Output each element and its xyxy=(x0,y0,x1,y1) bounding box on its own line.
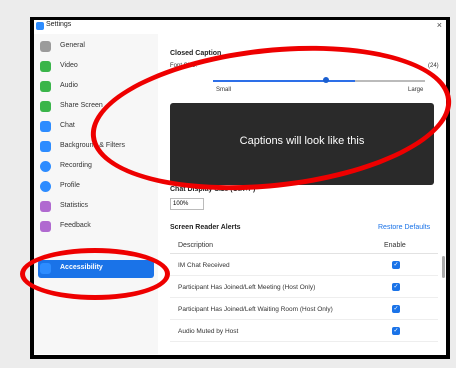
checkbox-checked-icon[interactable]: ✓ xyxy=(392,305,400,313)
row-description: IM Chat Received xyxy=(178,262,230,269)
sidebar-item-label: General xyxy=(60,42,85,49)
checkbox-checked-icon[interactable]: ✓ xyxy=(392,261,400,269)
gear-icon xyxy=(40,41,51,52)
checkbox-checked-icon[interactable]: ✓ xyxy=(392,327,400,335)
screen-reader-alerts-table: Description Enable IM Chat Received ✓ Pa… xyxy=(170,237,438,354)
table-row: Participant Has Joined/Left Waiting Room… xyxy=(170,301,438,320)
table-row: Audio Muted by Host ✓ xyxy=(170,323,438,342)
table-row: IM Chat Received ✓ xyxy=(170,257,438,276)
record-icon xyxy=(40,161,51,172)
screen-reader-alerts-title: Screen Reader Alerts xyxy=(170,224,241,231)
restore-defaults-link[interactable]: Restore Defaults xyxy=(378,224,430,231)
background-icon xyxy=(40,141,51,152)
sidebar-item-statistics[interactable]: Statistics xyxy=(38,198,154,216)
sidebar-item-label: Audio xyxy=(60,82,78,89)
video-icon xyxy=(40,61,51,72)
table-scrollbar[interactable] xyxy=(442,256,445,278)
sidebar-item-label: Statistics xyxy=(60,202,89,209)
sidebar-item-label: Profile xyxy=(60,182,80,189)
sidebar-item-feedback[interactable]: Feedback xyxy=(38,218,154,236)
font-size-value: (24) xyxy=(428,63,439,69)
sidebar-item-label: Video xyxy=(60,62,78,69)
sidebar-item-label: Feedback xyxy=(60,222,91,229)
highlight-ellipse-accessibility xyxy=(20,248,170,300)
chat-icon xyxy=(40,121,51,132)
sidebar-item-label: Chat xyxy=(60,122,75,129)
sidebar-item-label: Share Screen xyxy=(60,102,103,109)
row-description: Audio Muted by Host xyxy=(178,328,239,335)
close-icon[interactable]: × xyxy=(437,20,442,30)
sidebar-item-profile[interactable]: Profile xyxy=(38,178,154,196)
feedback-icon xyxy=(40,221,51,232)
column-header-description: Description xyxy=(178,242,214,249)
headphones-icon xyxy=(40,81,51,92)
profile-icon xyxy=(40,181,51,192)
sidebar-item-general[interactable]: General xyxy=(38,38,154,56)
title-bar: Settings × xyxy=(34,20,446,34)
statistics-icon xyxy=(40,201,51,212)
sidebar-item-video[interactable]: Video xyxy=(38,58,154,76)
table-header: Description Enable xyxy=(170,237,438,254)
row-description: Participant Has Joined/Left Meeting (Hos… xyxy=(178,284,316,291)
window-title: Settings xyxy=(46,21,72,28)
column-header-enable: Enable xyxy=(384,242,406,249)
row-description: Participant Has Joined/Left Waiting Room… xyxy=(178,306,333,313)
sidebar-item-label: Recording xyxy=(60,162,92,169)
share-screen-icon xyxy=(40,101,51,112)
chat-display-size-dropdown[interactable]: 100% xyxy=(170,198,204,210)
zoom-app-icon xyxy=(36,22,44,30)
checkbox-checked-icon[interactable]: ✓ xyxy=(392,283,400,291)
table-row: Participant Has Joined/Left Meeting (Hos… xyxy=(170,279,438,298)
